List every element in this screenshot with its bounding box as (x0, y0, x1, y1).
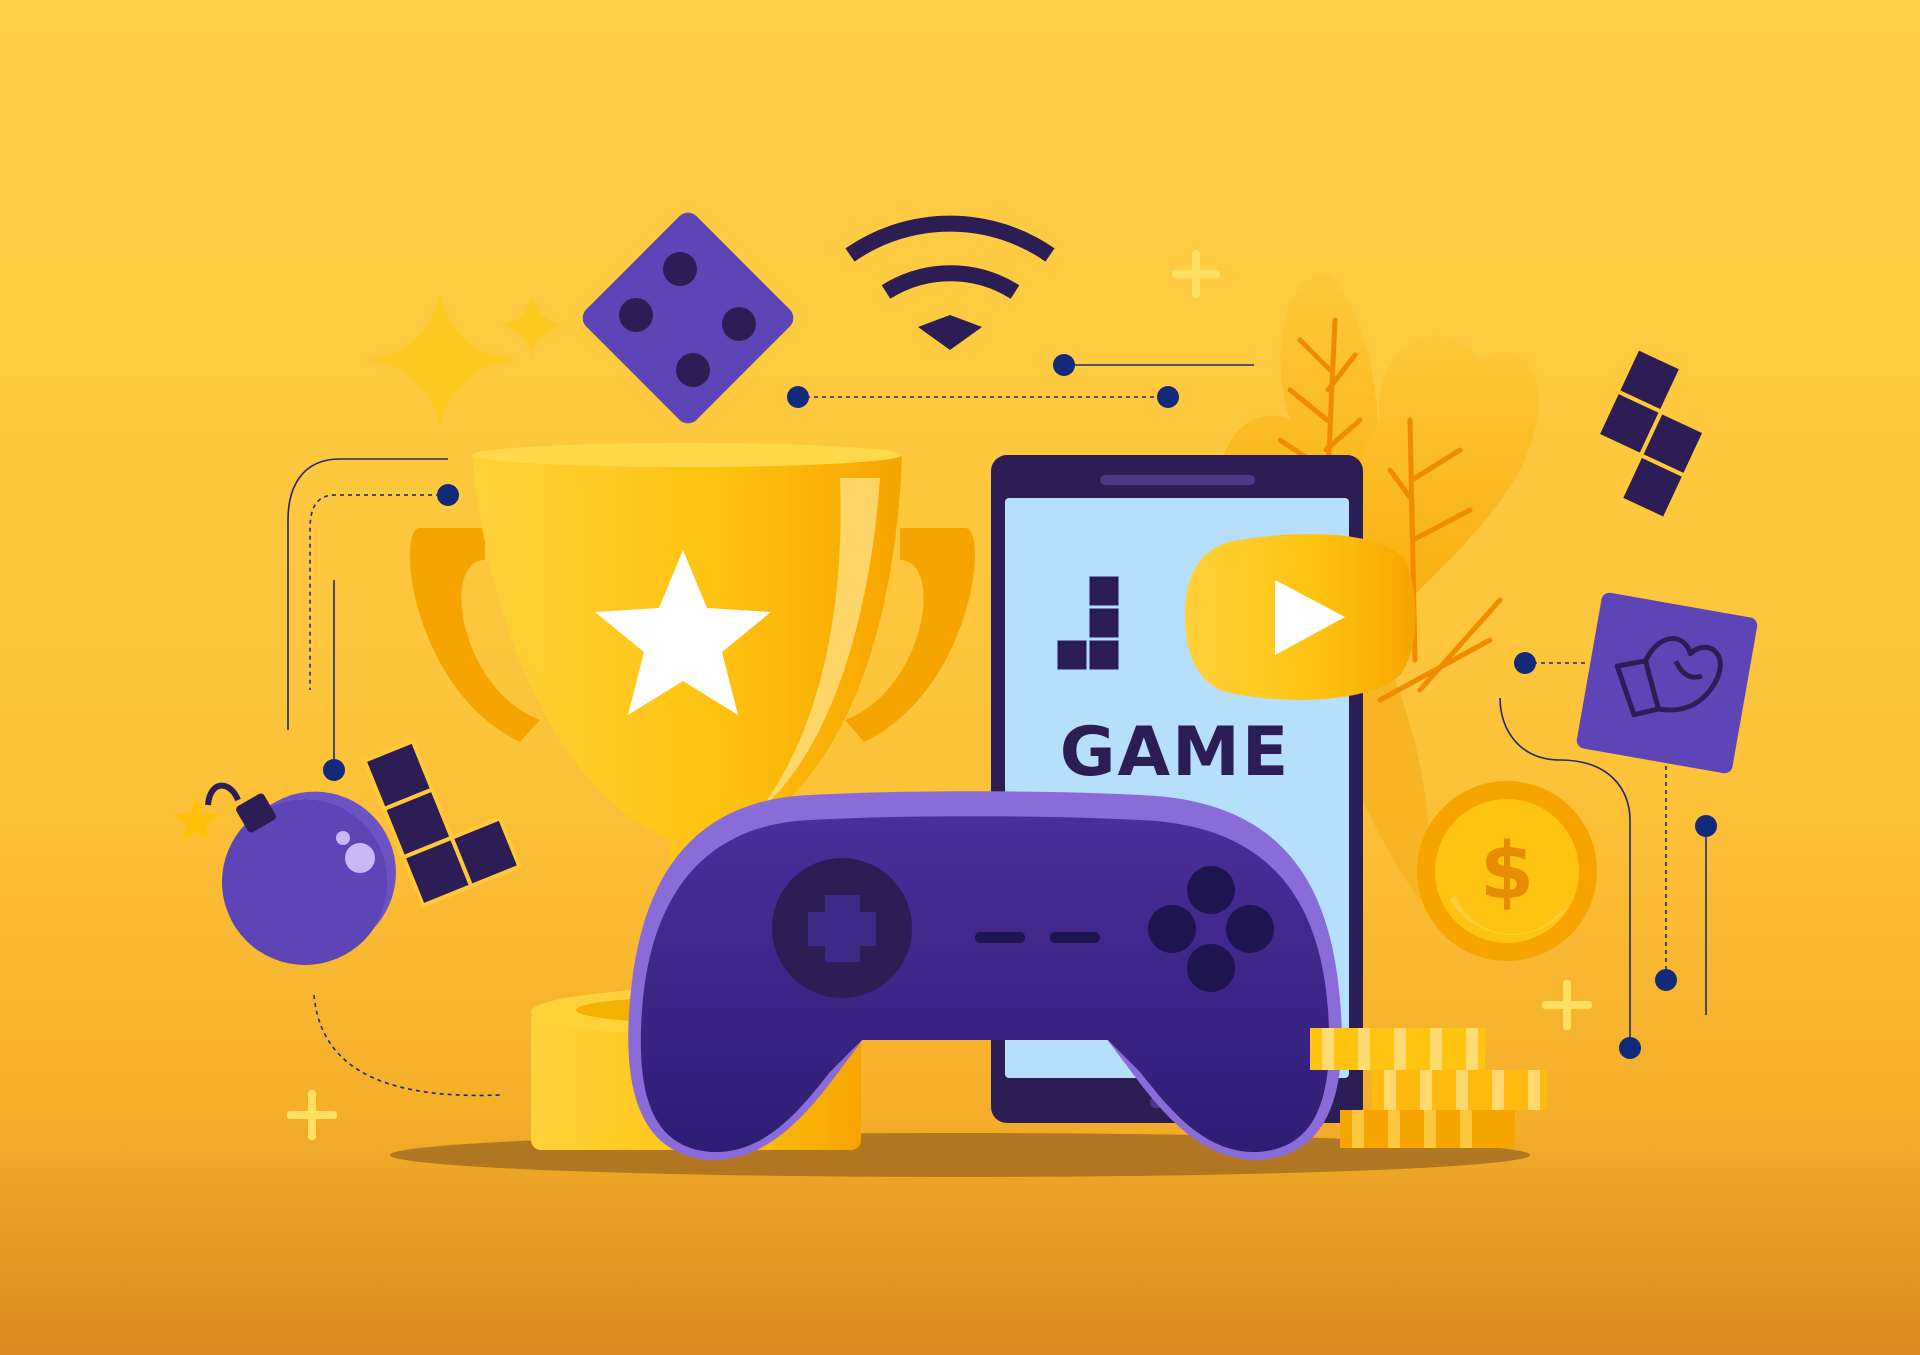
plus-icon (287, 1090, 337, 1140)
dice-icon (582, 212, 794, 424)
tetromino-icon (1594, 345, 1708, 522)
boxing-glove-icon (1576, 592, 1758, 774)
game-title: GAME (1060, 713, 1291, 792)
plus-icon (1542, 980, 1592, 1030)
sparkle-icon (365, 290, 565, 432)
dollar-coin-icon: $ (1417, 781, 1597, 961)
wifi-icon-dot (918, 315, 982, 350)
bomb-icon (173, 782, 396, 965)
dollar-sign: $ (1480, 827, 1534, 917)
play-button-icon (1185, 534, 1416, 700)
plus-icon (1172, 250, 1220, 298)
game-illustration: GAME $ (0, 0, 1920, 1355)
gamepad-icon (628, 791, 1342, 1161)
wifi-icon (845, 215, 1055, 299)
illustration-canvas: GAME $ (173, 212, 1758, 1177)
